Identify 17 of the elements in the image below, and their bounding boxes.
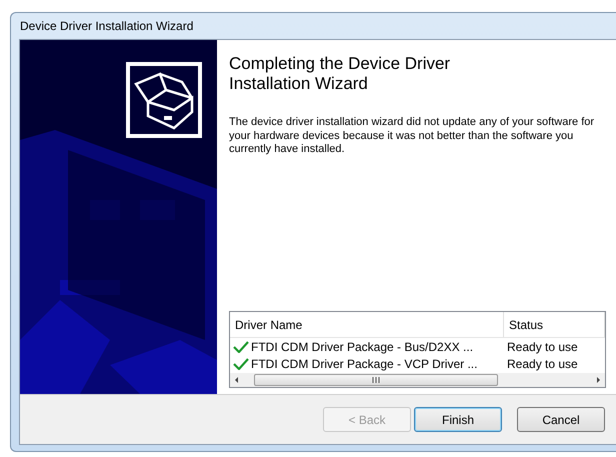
driver-status: Ready to use bbox=[506, 338, 578, 356]
driver-name: FTDI CDM Driver Package - VCP Driver ... bbox=[251, 356, 478, 372]
column-header[interactable]: Status bbox=[504, 312, 605, 337]
hardware-box-icon bbox=[126, 62, 202, 138]
grip-icon bbox=[372, 377, 380, 383]
wizard-button[interactable]: Cancel bbox=[517, 407, 605, 432]
horizontal-scrollbar[interactable] bbox=[230, 373, 605, 387]
driver-status: Ready to use bbox=[506, 356, 578, 372]
column-header[interactable]: Driver Name bbox=[230, 312, 504, 337]
wizard-button[interactable]: Finish bbox=[414, 407, 502, 432]
driver-name: FTDI CDM Driver Package - Bus/D2XX ... bbox=[251, 338, 474, 356]
description-text: The device driver installation wizard did not update any of your software for your hardware devices because it was not better than the software you currently have installed. bbox=[229, 116, 596, 156]
scrollbar-thumb[interactable] bbox=[254, 374, 498, 386]
window-title: Device Driver Installation Wizard bbox=[20, 18, 194, 35]
checkmark-icon bbox=[233, 358, 249, 370]
wizard-heading: Completing the Device Driver Installation Wizard bbox=[229, 54, 452, 94]
checkmark-icon bbox=[233, 340, 249, 352]
